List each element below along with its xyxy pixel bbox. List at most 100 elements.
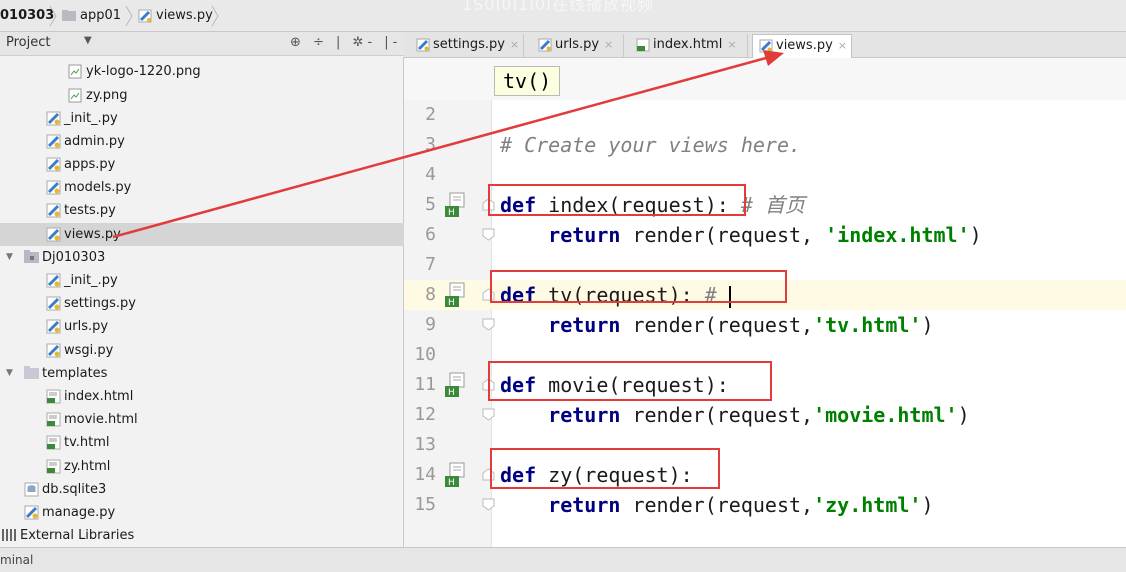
tree-item[interactable]: wsgi.py xyxy=(0,339,404,362)
code-line[interactable]: 2 xyxy=(404,100,1126,130)
code-token: render(request, xyxy=(620,403,814,427)
tree-item-selected[interactable]: views.py xyxy=(0,223,404,246)
fold-end-icon[interactable] xyxy=(482,228,495,241)
code-text: return render(request,'zy.html') xyxy=(500,490,934,520)
python-file-icon xyxy=(46,319,61,334)
tree-item[interactable]: yk-logo-1220.png xyxy=(0,60,404,83)
html-template-gutter-icon[interactable]: H xyxy=(444,372,470,398)
tree-item[interactable]: db.sqlite3 xyxy=(0,478,404,501)
python-file-icon xyxy=(46,134,61,149)
tree-item[interactable]: movie.html xyxy=(0,408,404,431)
breadcrumb-app01[interactable]: app01 xyxy=(62,5,121,27)
tree-item[interactable]: tv.html xyxy=(0,431,404,454)
python-file-icon xyxy=(416,38,430,51)
tree-item[interactable]: _init_.py xyxy=(0,269,404,292)
fold-end-icon[interactable] xyxy=(482,318,495,331)
tree-item[interactable]: admin.py xyxy=(0,130,404,153)
tree-item[interactable]: _init_.py xyxy=(0,107,404,130)
tree-item-label: models.py xyxy=(64,180,132,195)
function-hint-tooltip: tv() xyxy=(494,66,561,96)
svg-text:H: H xyxy=(448,478,455,488)
code-token: 'zy.html' xyxy=(813,493,922,517)
python-file-icon xyxy=(138,9,152,22)
tree-item-label: movie.html xyxy=(64,412,138,427)
fold-end-icon[interactable] xyxy=(482,408,495,421)
tree-item-label: tv.html xyxy=(64,435,110,450)
tab-label: urls.py xyxy=(555,37,600,52)
tree-item[interactable]: apps.py xyxy=(0,153,404,176)
close-icon[interactable]: × xyxy=(727,38,736,51)
tree-item-label: apps.py xyxy=(64,157,116,172)
tree-item[interactable]: ▼ templates xyxy=(0,362,404,385)
python-file-icon xyxy=(46,227,61,242)
close-icon[interactable]: × xyxy=(510,38,519,51)
code-line[interactable]: 12 return render(request,'movie.html') xyxy=(404,400,1126,430)
breadcrumb-file[interactable]: views.py xyxy=(138,5,213,27)
project-tree[interactable]: yk-logo-1220.png zy.png _init_.py admin.… xyxy=(0,57,404,547)
python-file-icon xyxy=(24,505,39,520)
project-panel-title[interactable]: Project xyxy=(6,35,50,50)
editor-tab-bar: settings.py × urls.py × index.html × views.… xyxy=(404,32,1126,58)
tree-item[interactable]: urls.py xyxy=(0,315,404,338)
close-icon[interactable]: × xyxy=(838,39,847,52)
tab-views-py[interactable]: views.py × xyxy=(752,34,852,58)
tree-item-label: zy.html xyxy=(64,459,111,474)
tab-settings-py[interactable]: settings.py × xyxy=(410,34,524,58)
expand-arrow-icon[interactable]: ▼ xyxy=(6,246,13,269)
annotation-box-index xyxy=(488,184,746,216)
html-file-icon xyxy=(46,435,61,450)
tree-item[interactable]: index.html xyxy=(0,385,404,408)
expand-arrow-icon[interactable]: ▼ xyxy=(6,362,13,385)
code-text: return render(request, 'index.html') xyxy=(500,220,982,250)
code-token: return xyxy=(548,403,621,427)
breadcrumb-separator-icon xyxy=(49,5,57,27)
code-token: ) xyxy=(921,493,934,517)
code-token: 'tv.html' xyxy=(813,313,922,337)
close-icon[interactable]: × xyxy=(604,38,613,51)
chevron-down-icon[interactable]: ▼ xyxy=(84,35,92,46)
code-line[interactable]: 6 return render(request, 'index.html') xyxy=(404,220,1126,250)
html-template-gutter-icon[interactable]: H xyxy=(444,192,470,218)
project-panel-tools[interactable]: ⊕ ÷ | ✲- |- xyxy=(290,35,401,50)
code-token: # 首页 xyxy=(740,193,805,217)
line-number: 6 xyxy=(425,224,436,245)
code-text: # Create your views here. xyxy=(500,130,801,160)
code-line[interactable]: 3 # Create your views here. xyxy=(404,130,1126,160)
code-token: ) xyxy=(969,223,982,247)
tree-item[interactable]: zy.html xyxy=(0,455,404,478)
tree-item[interactable]: ▼ Dj010303 xyxy=(0,246,404,269)
tree-item[interactable]: manage.py xyxy=(0,501,404,524)
html-file-icon xyxy=(46,412,61,427)
tree-item[interactable]: models.py xyxy=(0,176,404,199)
tree-item[interactable]: settings.py xyxy=(0,292,404,315)
code-token: ) xyxy=(957,403,970,427)
html-template-gutter-icon[interactable]: H xyxy=(444,462,470,488)
code-editor[interactable]: tv() 2 3 # Create your views here. 4 5 Hdef i… xyxy=(404,58,1126,547)
annotation-box-tv xyxy=(490,270,787,303)
python-file-icon xyxy=(759,39,773,52)
code-line[interactable]: 15 return render(request,'zy.html') xyxy=(404,490,1126,520)
terminal-tab[interactable]: minal xyxy=(0,553,33,567)
breadcrumb-project[interactable]: 010303 xyxy=(0,5,54,27)
tree-item[interactable]: External Libraries xyxy=(0,524,404,547)
line-number: 3 xyxy=(425,134,436,155)
tree-item[interactable]: tests.py xyxy=(0,199,404,222)
code-line[interactable]: 9 return render(request,'tv.html') xyxy=(404,310,1126,340)
breadcrumb-separator-icon xyxy=(125,5,133,27)
tab-urls-py[interactable]: urls.py × xyxy=(532,34,624,58)
tree-item[interactable]: zy.png xyxy=(0,84,404,107)
breadcrumb-project-label: 010303 xyxy=(0,8,55,23)
code-token: return xyxy=(548,313,621,337)
line-number: 12 xyxy=(414,404,436,425)
python-file-icon xyxy=(46,180,61,195)
editor-hint-area: tv() xyxy=(404,58,1126,100)
html-template-gutter-icon[interactable]: H xyxy=(444,282,470,308)
svg-text:H: H xyxy=(448,208,455,218)
fold-end-icon[interactable] xyxy=(482,498,495,511)
svg-text:H: H xyxy=(448,298,455,308)
code-token: render(request, xyxy=(620,223,826,247)
line-number: 8 xyxy=(425,284,436,305)
tab-index-html[interactable]: index.html × xyxy=(630,34,748,58)
